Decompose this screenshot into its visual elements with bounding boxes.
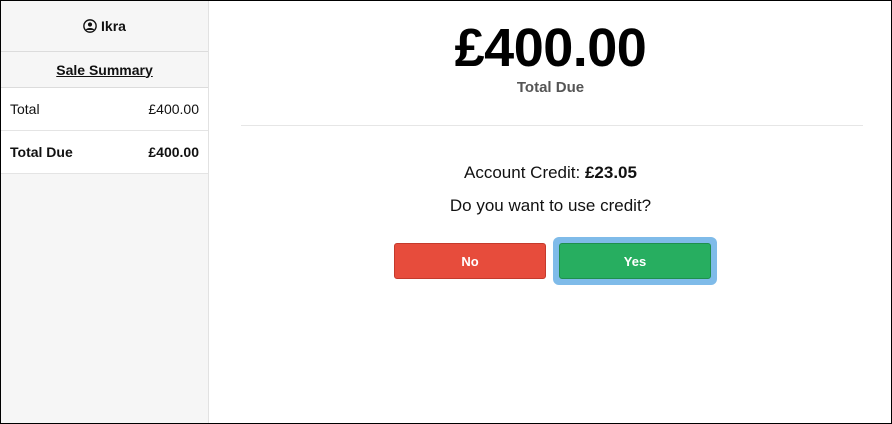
sale-summary-title: Sale Summary	[1, 52, 208, 88]
summary-row-total: Total £400.00	[1, 88, 208, 131]
summary-total-value: £400.00	[148, 101, 199, 117]
user-header: Ikra	[1, 1, 208, 52]
sidebar: Ikra Sale Summary Total £400.00 Total Du…	[1, 1, 209, 423]
user-circle-icon	[83, 19, 97, 33]
total-due-label: Total Due	[516, 79, 585, 96]
summary-row-total-due: Total Due £400.00	[1, 131, 208, 174]
summary-total-label: Total	[10, 101, 40, 117]
divider	[241, 125, 863, 126]
total-due-amount: £400.00	[454, 18, 647, 78]
yes-button[interactable]: Yes	[559, 243, 711, 279]
account-credit-line: Account Credit: £23.05	[210, 163, 891, 183]
payment-panel: £400.00 Total Due Account Credit: £23.05…	[210, 1, 891, 423]
user-name: Ikra	[101, 18, 126, 34]
use-credit-question: Do you want to use credit?	[449, 196, 652, 215]
app-window: Ikra Sale Summary Total £400.00 Total Du…	[1, 1, 891, 423]
account-credit-value: £23.05	[584, 163, 637, 182]
account-credit-label: Account Credit:	[464, 163, 585, 182]
summary-total-due-value: £400.00	[148, 144, 199, 160]
summary-total-due-label: Total Due	[10, 144, 73, 160]
no-button[interactable]: No	[394, 243, 546, 279]
